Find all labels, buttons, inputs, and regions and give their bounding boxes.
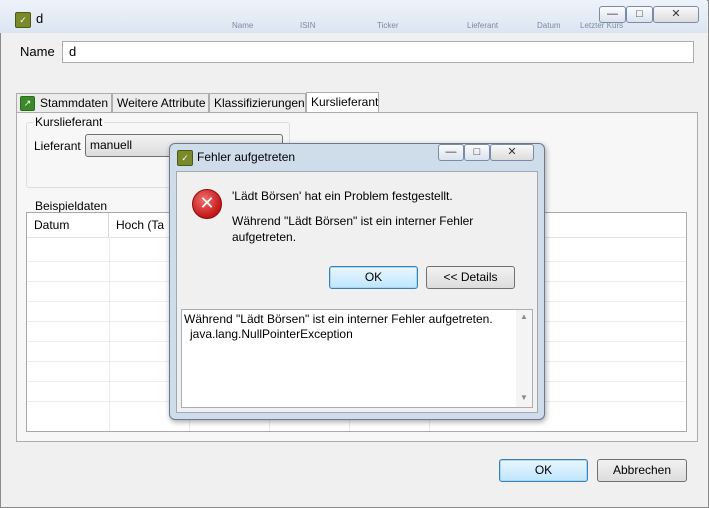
minimize-button[interactable]: — xyxy=(599,6,626,23)
close-button[interactable]: ✕ xyxy=(653,6,699,23)
details-button[interactable]: << Details xyxy=(426,266,515,289)
tab-kurslieferant-label: Kurslieferant xyxy=(311,95,379,109)
close-icon: ✕ xyxy=(507,146,517,158)
table-column-divider xyxy=(109,237,110,431)
bg-header-ticker: Ticker xyxy=(377,21,399,30)
tab-stammdaten-label: Stammdaten xyxy=(40,96,109,110)
beispieldaten-label: Beispieldaten xyxy=(35,199,108,213)
name-label: Name xyxy=(20,44,55,59)
tab-stammdaten[interactable]: ↗ Stammdaten xyxy=(16,93,112,113)
name-input[interactable]: d xyxy=(62,41,694,63)
minimize-icon: — xyxy=(607,8,618,20)
window-title: d xyxy=(36,11,44,26)
bg-header-lieferant: Lieferant xyxy=(467,21,499,30)
dialog-message-body: Während "Lädt Börsen" ist ein interner F… xyxy=(232,214,474,244)
error-icon-glyph: ✕ xyxy=(199,193,215,214)
scroll-down-icon[interactable]: ▼ xyxy=(520,393,528,402)
dialog-close-button[interactable]: ✕ xyxy=(490,144,534,161)
ok-button[interactable]: OK xyxy=(499,459,588,482)
lieferant-select-value: manuell xyxy=(90,138,133,152)
cancel-button[interactable]: Abbrechen xyxy=(597,459,687,482)
tab-klassifizierungen[interactable]: Klassifizierungen xyxy=(209,93,306,113)
close-icon: ✕ xyxy=(671,8,681,20)
error-icon: ✕ xyxy=(192,189,222,219)
tab-kurslieferant[interactable]: Kurslieferant xyxy=(306,92,379,114)
minimize-icon: — xyxy=(445,146,457,158)
details-line-2: java.lang.NullPointerException xyxy=(190,327,353,341)
column-header-datum[interactable]: Datum xyxy=(27,213,109,237)
maximize-icon: □ xyxy=(473,146,481,158)
maximize-button[interactable]: □ xyxy=(626,6,653,23)
dialog-app-icon: ✓ xyxy=(177,150,193,166)
app-icon: ✓ xyxy=(15,12,31,28)
kurslieferant-group-label: Kurslieferant xyxy=(33,115,105,129)
tab-klassifizierungen-label: Klassifizierungen xyxy=(214,96,305,110)
chart-icon: ↗ xyxy=(20,96,35,111)
bg-header-isin: ISIN xyxy=(300,21,316,30)
dialog-ok-button[interactable]: OK xyxy=(329,266,418,289)
lieferant-label: Lieferant xyxy=(34,139,81,153)
dialog-message-title: 'Lädt Börsen' hat ein Problem festgestel… xyxy=(232,189,453,203)
bg-header-name: Name xyxy=(232,21,254,30)
dialog-maximize-button[interactable]: □ xyxy=(464,144,490,161)
details-scrollbar[interactable]: ▲ ▼ xyxy=(516,310,532,407)
dialog-minimize-button[interactable]: — xyxy=(438,144,464,161)
tab-weitere-attribute-label: Weitere Attribute xyxy=(117,96,206,110)
bg-header-datum: Datum xyxy=(537,21,561,30)
details-line-1: Während "Lädt Börsen" ist ein interner F… xyxy=(184,312,493,326)
dialog-title: Fehler aufgetreten xyxy=(197,150,296,164)
scroll-up-icon[interactable]: ▲ xyxy=(520,312,528,321)
maximize-icon: □ xyxy=(636,8,643,20)
tab-weitere-attribute[interactable]: Weitere Attribute xyxy=(112,93,209,113)
